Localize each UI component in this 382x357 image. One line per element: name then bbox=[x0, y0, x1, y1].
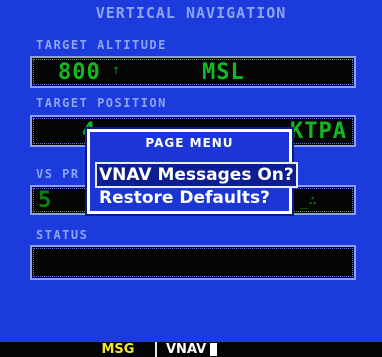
current-page-indicator: VNAV bbox=[166, 342, 207, 357]
page-title: VERTICAL NAVIGATION bbox=[95, 4, 287, 22]
page-menu-popup: PAGE MENU VNAV Messages On? Restore Defa… bbox=[87, 129, 298, 214]
menu-item-vnav-messages[interactable]: VNAV Messages On? bbox=[95, 162, 298, 188]
target-position-waypoint: KTPA bbox=[290, 119, 347, 144]
menu-item-restore-defaults[interactable]: Restore Defaults? bbox=[97, 187, 272, 209]
cursor-block-icon bbox=[210, 343, 217, 356]
status-field bbox=[30, 245, 356, 280]
target-altitude-field[interactable]: 800 ↑ MSL bbox=[30, 56, 356, 88]
target-position-label: TARGET POSITION bbox=[36, 96, 167, 110]
altitude-cursor-icon: ↑ bbox=[112, 62, 121, 78]
status-divider bbox=[155, 342, 157, 357]
altitude-reference: MSL bbox=[202, 60, 245, 85]
status-label: STATUS bbox=[36, 228, 89, 242]
page-menu-title: PAGE MENU bbox=[145, 136, 234, 150]
status-bar: MSG VNAV bbox=[0, 342, 382, 357]
vs-profile-label: VS PR bbox=[36, 167, 80, 181]
gps-screen: VERTICAL NAVIGATION TARGET ALTITUDE 800 … bbox=[0, 0, 382, 357]
target-altitude-value: 800 bbox=[58, 60, 101, 85]
target-altitude-label: TARGET ALTITUDE bbox=[36, 38, 167, 52]
vs-profile-value: 5 bbox=[38, 188, 53, 213]
vs-profile-marker-icon: _∴ bbox=[300, 193, 317, 209]
msg-annunciator: MSG bbox=[101, 342, 135, 357]
